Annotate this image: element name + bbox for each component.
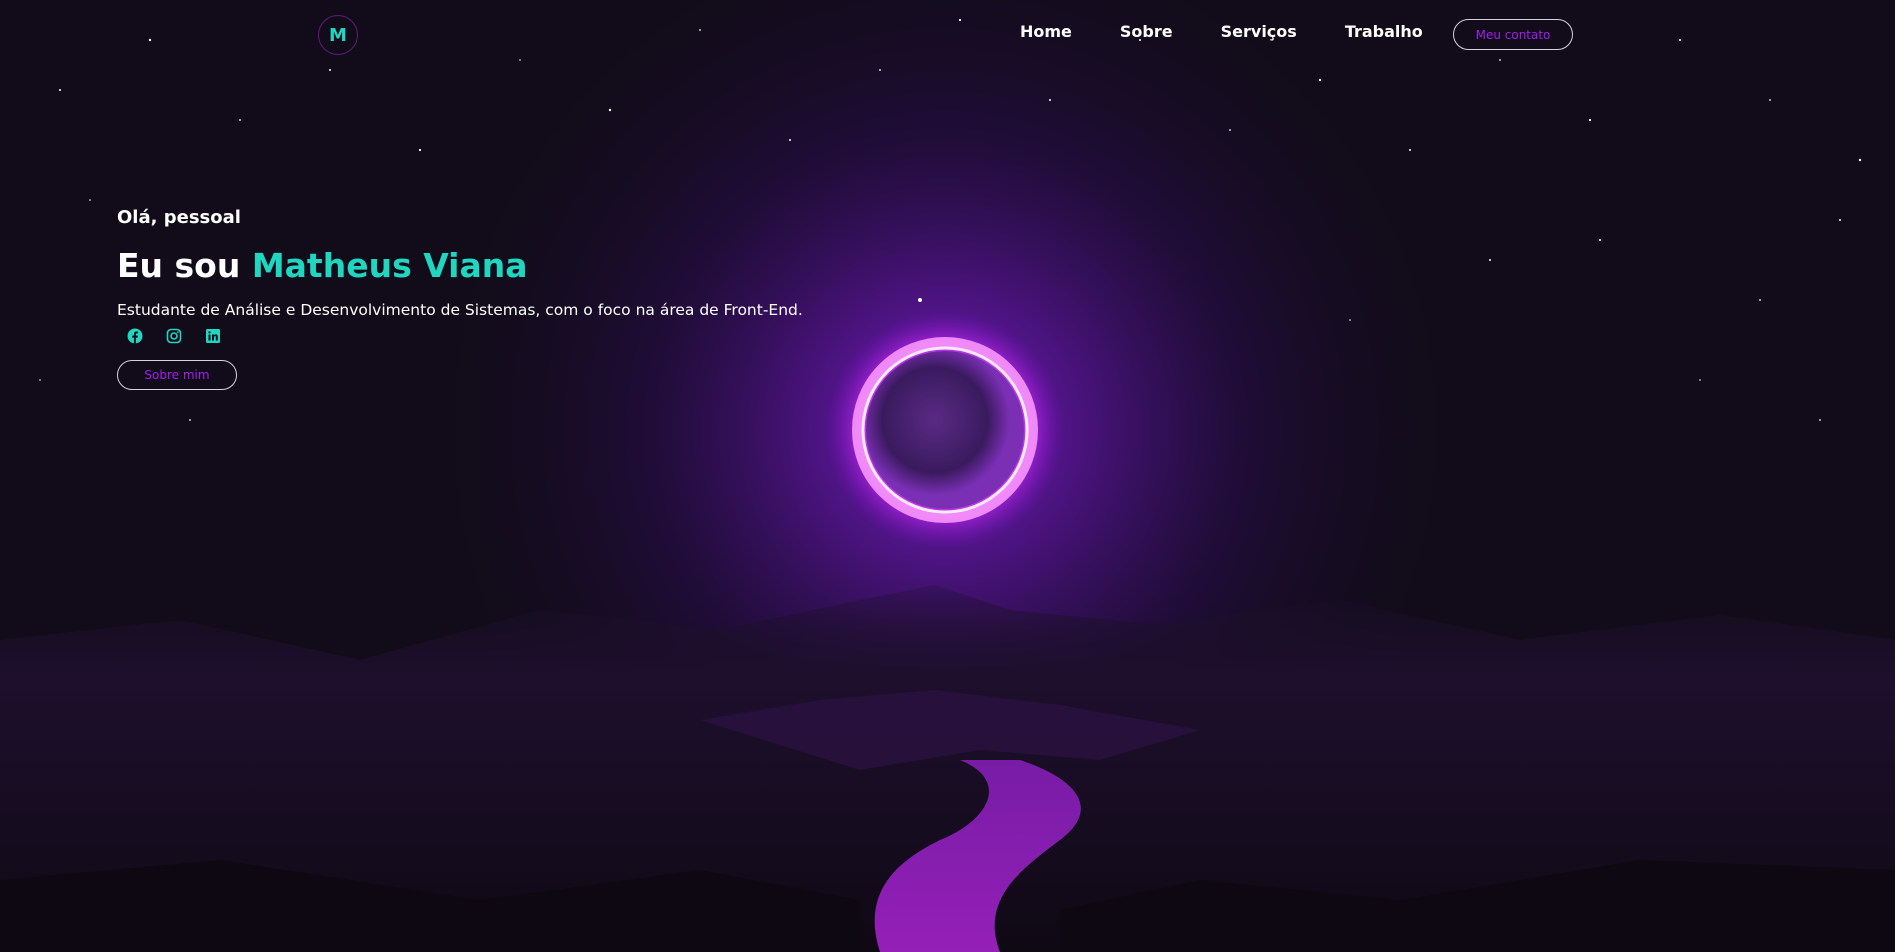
logo-letter: M (329, 24, 347, 46)
nav-item-sobre[interactable]: Sobre (1120, 20, 1173, 44)
nav-item-servicos[interactable]: Serviços (1221, 20, 1297, 44)
contact-button[interactable]: Meu contato (1453, 19, 1573, 50)
about-me-button[interactable]: Sobre mim (117, 360, 237, 390)
linkedin-icon[interactable] (204, 327, 222, 345)
hero-headline: Eu sou Matheus Viana (117, 246, 528, 285)
nav-item-trabalho[interactable]: Trabalho (1345, 20, 1423, 44)
instagram-icon[interactable] (165, 327, 183, 345)
headline-name: Matheus Viana (251, 246, 528, 285)
page: M Home Sobre Serviços Trabalho Meu conta… (0, 0, 1895, 952)
greeting-text: Olá, pessoal (117, 207, 241, 228)
logo[interactable]: M (318, 15, 358, 55)
facebook-icon[interactable] (126, 327, 144, 345)
headline-prefix: Eu sou (117, 246, 252, 285)
social-links (126, 327, 222, 345)
hero-subtitle: Estudante de Análise e Desenvolvimento d… (117, 301, 803, 319)
main-nav: Home Sobre Serviços Trabalho (1020, 20, 1471, 44)
nav-item-home[interactable]: Home (1020, 20, 1072, 44)
hero-background-art (0, 0, 1895, 952)
